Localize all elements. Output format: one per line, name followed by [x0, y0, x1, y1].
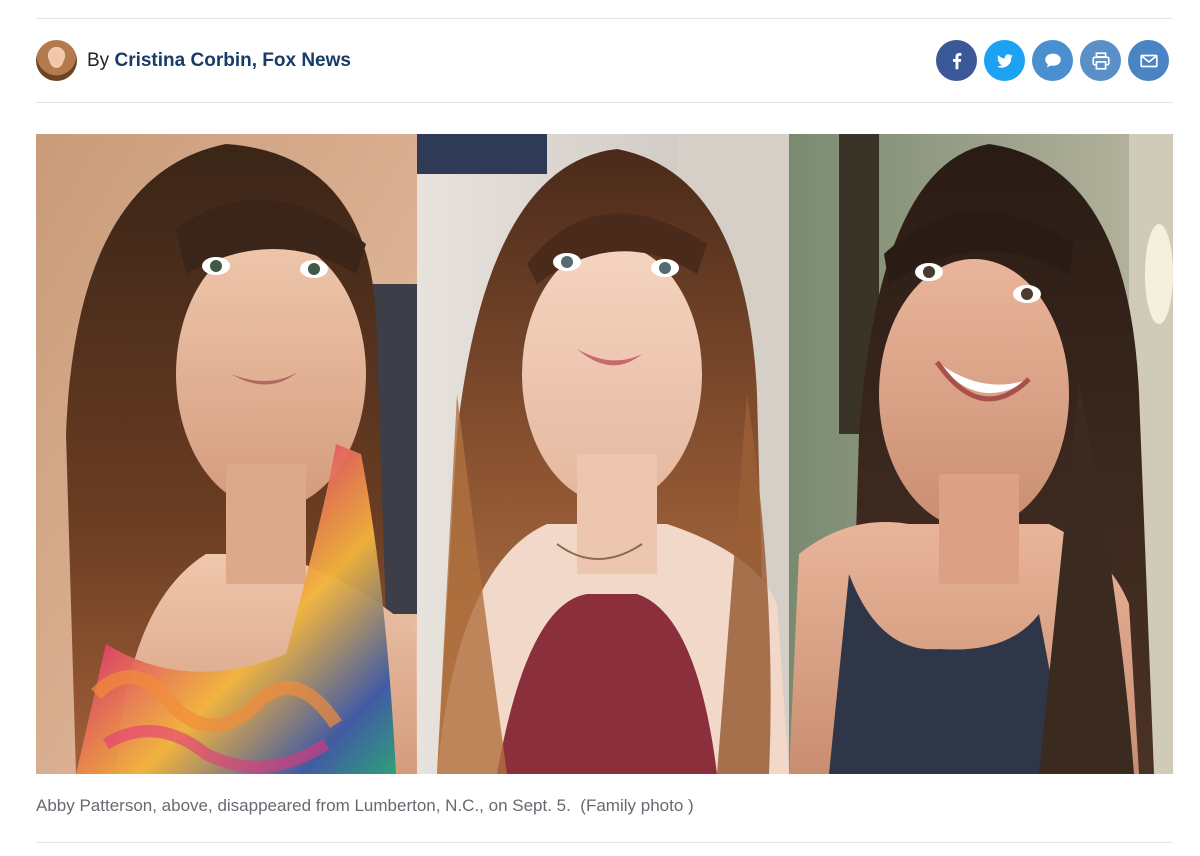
share-buttons	[936, 40, 1169, 81]
print-icon	[1091, 51, 1110, 70]
article-page: By Cristina Corbin, Fox News Abby Patter…	[0, 0, 1200, 856]
byline-prefix: By	[87, 50, 110, 71]
email-icon	[1139, 54, 1158, 67]
photo-panel-1	[36, 134, 417, 774]
twitter-share-button[interactable]	[984, 40, 1025, 81]
email-share-button[interactable]	[1128, 40, 1169, 81]
author-avatar[interactable]	[36, 40, 77, 81]
twitter-icon	[996, 53, 1013, 68]
photo-panel-2	[417, 134, 789, 774]
bottom-divider	[36, 842, 1173, 843]
article-photo	[36, 134, 1173, 774]
photo-panel-3	[789, 134, 1173, 774]
photo-caption: Abby Patterson, above, disappeared from …	[36, 796, 694, 815]
author-link[interactable]: Cristina Corbin, Fox News	[114, 50, 350, 71]
byline-row: By Cristina Corbin, Fox News	[36, 40, 1173, 81]
print-button[interactable]	[1080, 40, 1121, 81]
comments-button[interactable]	[1032, 40, 1073, 81]
byline-divider	[36, 102, 1173, 103]
facebook-icon	[952, 52, 961, 69]
facebook-share-button[interactable]	[936, 40, 977, 81]
byline: By Cristina Corbin, Fox News	[87, 49, 351, 73]
top-divider	[36, 18, 1173, 19]
comment-icon	[1044, 53, 1061, 68]
avatar-face	[49, 48, 64, 68]
